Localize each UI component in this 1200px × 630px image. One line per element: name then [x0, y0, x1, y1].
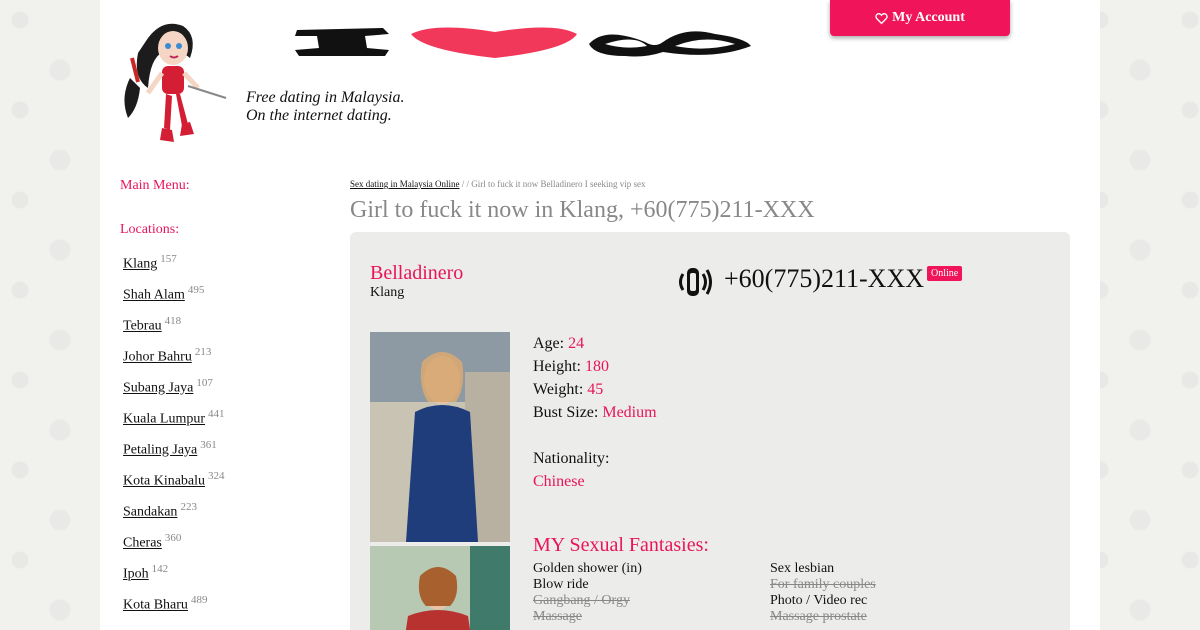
tagline-line-2: On the internet dating. — [246, 107, 392, 124]
location-link-shah-alam[interactable]: Shah Alam — [123, 288, 185, 303]
location-link-tebrau[interactable]: Tebrau — [123, 319, 162, 334]
profile-photo[interactable] — [370, 332, 510, 542]
fantasies-heading: MY Sexual Fantasies: — [533, 534, 709, 556]
fantasy-item: Sex lesbian — [770, 561, 835, 576]
location-item: Sandakan 223 — [123, 501, 320, 532]
location-link-klang[interactable]: Klang — [123, 257, 157, 272]
location-count: 418 — [164, 315, 182, 327]
sidebar: Main Menu: Locations: Klang 157 Shah Alam… — [120, 176, 320, 625]
location-count: 489 — [190, 594, 208, 606]
phone-number: +60(775)211-XXX — [724, 264, 925, 293]
location-item: Kota Kinabalu 324 — [123, 470, 320, 501]
location-count: 441 — [208, 408, 225, 420]
location-item: Ipoh 142 — [123, 563, 320, 594]
location-link-ipoh[interactable]: Ipoh — [123, 567, 149, 582]
weight-label: Weight: — [533, 381, 584, 398]
main-content: Sex dating in Malaysia Online / / Girl t… — [350, 178, 1070, 630]
my-account-label: My Account — [892, 10, 965, 25]
location-link-petaling-jaya[interactable]: Petaling Jaya — [123, 443, 197, 458]
height-value: 180 — [585, 358, 609, 375]
fantasy-item: Blow ride — [533, 577, 589, 592]
location-link-johor-bahru[interactable]: Johor Bahru — [123, 350, 192, 365]
location-count: 142 — [151, 563, 169, 575]
location-count: 157 — [160, 253, 177, 265]
online-status-badge: Online — [927, 266, 963, 281]
location-item: Kuala Lumpur 441 — [123, 408, 320, 439]
location-link-subang-jaya[interactable]: Subang Jaya — [123, 381, 193, 396]
location-item: Petaling Jaya 361 — [123, 439, 320, 470]
location-item: Kota Bharu 489 — [123, 594, 320, 625]
nationality-label: Nationality: — [533, 450, 610, 467]
height-label: Height: — [533, 358, 581, 375]
location-count: 324 — [208, 470, 225, 482]
heart-icon — [875, 12, 888, 24]
location-count: 213 — [194, 346, 212, 358]
breadcrumb-rest: / / Girl to fuck it now Belladinero I se… — [459, 179, 646, 189]
profile-stats: Age: 24 Height: 180 Weight: 45 Bust Size… — [533, 332, 657, 493]
location-item: Tebrau 418 — [123, 315, 320, 346]
age-row: Age: 24 — [533, 332, 657, 355]
location-link-kota-kinabalu[interactable]: Kota Kinabalu — [123, 474, 205, 489]
fantasy-item-disabled: Massage — [533, 609, 582, 624]
age-value: 24 — [568, 335, 585, 352]
mascot-logo — [124, 23, 227, 142]
location-link-kuala-lumpur[interactable]: Kuala Lumpur — [123, 412, 205, 427]
fantasy-item: Golden shower (in) — [533, 561, 642, 576]
bust-row: Bust Size: Medium — [533, 401, 657, 424]
locations-heading: Locations: — [120, 222, 180, 237]
location-item: Shah Alam 495 — [123, 284, 320, 315]
fantasy-item: Photo / Video rec — [770, 593, 868, 608]
location-item: Johor Bahru 213 — [123, 346, 320, 377]
profile-photo-2[interactable] — [370, 546, 510, 630]
weight-value: 45 — [587, 381, 604, 398]
location-count: 223 — [180, 501, 197, 513]
height-row: Height: 180 — [533, 355, 657, 378]
location-count: 495 — [187, 284, 205, 296]
location-count: 360 — [164, 532, 182, 544]
tagline: Free dating in Malaysia. On the internet… — [246, 89, 405, 125]
main-menu-heading: Main Menu: — [120, 178, 190, 193]
fantasy-item-disabled: Massage prostate — [770, 609, 867, 624]
fantasies-list: Golden shower (in) Sex lesbian Blow ride… — [533, 561, 1013, 625]
location-link-cheras[interactable]: Cheras — [123, 536, 162, 551]
location-item: Subang Jaya 107 — [123, 377, 320, 408]
page: Free dating in Malaysia. On the internet… — [100, 0, 1100, 630]
breadcrumb: Sex dating in Malaysia Online / / Girl t… — [350, 178, 1070, 190]
location-item: Cheras 360 — [123, 532, 320, 563]
profile-name: Belladinero — [370, 262, 464, 284]
my-account-button[interactable]: My Account — [830, 0, 1010, 36]
nationality-value: Chinese — [533, 473, 585, 490]
fantasy-item-disabled: For family couples — [770, 577, 876, 592]
breadcrumb-home-link[interactable]: Sex dating in Malaysia Online — [350, 179, 459, 189]
site-logo — [295, 27, 751, 58]
bust-label: Bust Size: — [533, 404, 599, 421]
age-label: Age: — [533, 335, 565, 352]
profile-card: Belladinero Klang +60(775)211-XXX Online — [350, 232, 1070, 630]
page-title: Girl to fuck it now in Klang, +60(775)21… — [350, 197, 815, 223]
profile-city: Klang — [370, 285, 405, 300]
locations-list: Klang 157 Shah Alam 495 Tebrau 418 Johor Ba… — [120, 253, 320, 625]
location-count: 361 — [200, 439, 217, 451]
weight-row: Weight: 45 — [533, 378, 657, 401]
bust-value: Medium — [602, 404, 657, 421]
location-count: 107 — [196, 377, 213, 389]
phone-icon — [679, 268, 712, 296]
location-item: Klang 157 — [123, 253, 320, 284]
location-link-sandakan[interactable]: Sandakan — [123, 505, 177, 520]
location-link-kota-bharu[interactable]: Kota Bharu — [123, 598, 188, 613]
fantasy-item-disabled: Gangbang / Orgy — [533, 593, 630, 608]
tagline-line-1: Free dating in Malaysia. — [246, 89, 405, 106]
